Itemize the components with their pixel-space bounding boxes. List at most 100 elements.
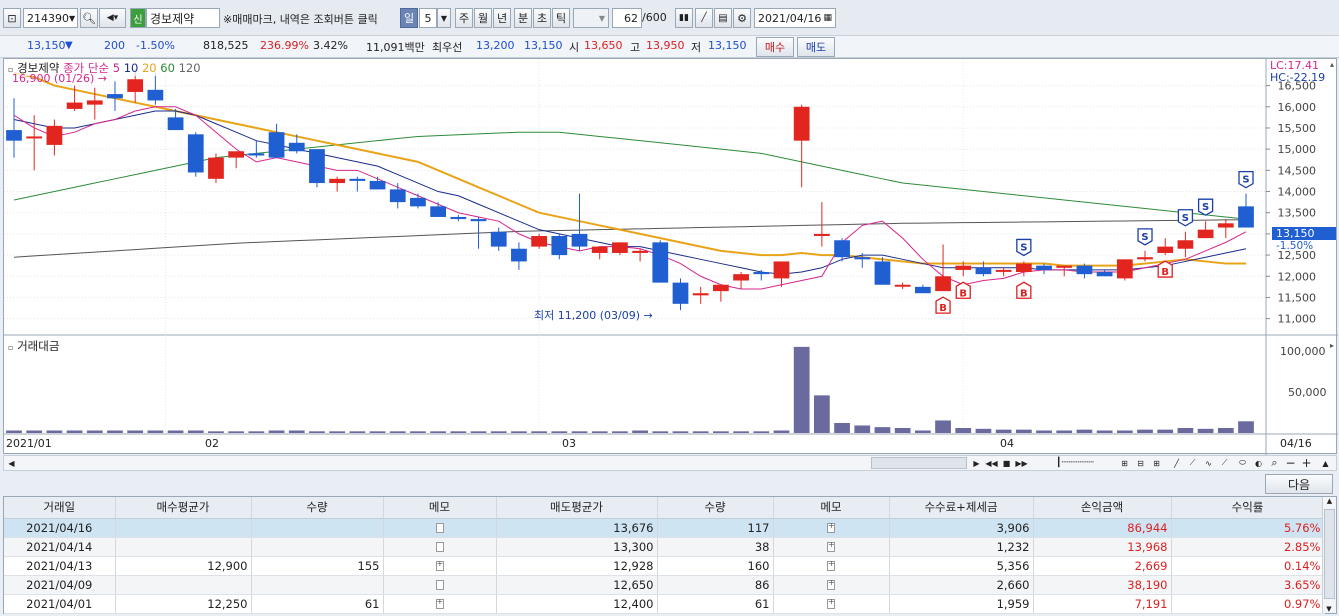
memo-icon[interactable] bbox=[435, 580, 444, 590]
save-icon[interactable]: ▤ bbox=[714, 8, 732, 28]
window-menu-icon[interactable]: ⊡ bbox=[3, 8, 21, 28]
draw-line-icon[interactable]: ╱ bbox=[1170, 457, 1183, 469]
stop-icon[interactable]: ■ bbox=[1000, 457, 1013, 469]
cell-sell-memo[interactable] bbox=[773, 518, 890, 538]
chart-scrollbar[interactable]: ◀ ▶ ◀◀ ■ ▶▶ ┃┄┄┄┄┄┄ ⊞ ⊟ ⊞ ╱ ⟋ ∿ ⟋ ⬭ ◐ ⌕ … bbox=[3, 455, 1337, 471]
period-second-button[interactable]: 초 bbox=[533, 8, 551, 28]
period-day-button[interactable]: 일 bbox=[400, 8, 418, 28]
shape-icon[interactable]: ⬭ bbox=[1236, 457, 1249, 469]
search-icon[interactable]: 🔍︎ bbox=[80, 8, 98, 28]
scroll-thumb[interactable] bbox=[871, 457, 967, 469]
chevron-down-icon[interactable]: ▼ bbox=[437, 8, 451, 28]
scroll-up-icon[interactable]: ▲ bbox=[1323, 497, 1336, 505]
candle-type-icon[interactable]: ▮▮ bbox=[675, 8, 693, 28]
table-scrollbar[interactable]: ▲ ▼ bbox=[1322, 497, 1336, 613]
memo-icon[interactable] bbox=[435, 523, 444, 533]
draw-line-icon[interactable]: ∿ bbox=[1202, 457, 1215, 469]
table-row[interactable]: 2021/04/01 12,250 61 12,400 61 1,959 7,1… bbox=[4, 594, 1325, 614]
scroll-thumb[interactable] bbox=[1324, 509, 1335, 599]
col-header-pnl[interactable]: 손익금액 bbox=[1033, 497, 1172, 519]
col-header-sell-avg[interactable]: 매도평균가 bbox=[496, 497, 658, 519]
price-chart[interactable]: BBBBSSSSS 16,500 16,000 15,500 15,000 14,500… bbox=[3, 58, 1338, 455]
period-tick-button[interactable]: 틱 bbox=[552, 8, 570, 28]
candle-body bbox=[692, 293, 709, 296]
sub-period-select[interactable]: ▼ bbox=[573, 8, 609, 28]
cell-sell-memo[interactable] bbox=[773, 594, 890, 614]
forward-icon[interactable]: ▶▶ bbox=[1015, 457, 1028, 469]
collapse-icon[interactable]: ▴ bbox=[1330, 60, 1334, 69]
plus-icon[interactable]: + bbox=[1300, 456, 1313, 470]
volume-bar bbox=[975, 428, 992, 433]
table-row[interactable]: 2021/04/16 13,676 117 3,906 86,944 5.76% bbox=[4, 518, 1325, 538]
rewind-icon[interactable]: ◀◀ bbox=[985, 457, 998, 469]
cell-date: 2021/04/14 bbox=[4, 537, 116, 557]
cell-sell-memo[interactable] bbox=[773, 575, 890, 595]
shape-icon[interactable]: ◐ bbox=[1252, 457, 1265, 469]
layout-icon[interactable]: ⊞ bbox=[1118, 457, 1131, 469]
col-header-buy-memo[interactable]: 메모 bbox=[383, 497, 497, 519]
cell-buy-memo[interactable] bbox=[383, 556, 497, 576]
count-input[interactable]: 62 bbox=[612, 8, 642, 28]
cell-sell-memo[interactable] bbox=[773, 537, 890, 557]
stock-code-input[interactable]: 214390 ▼ bbox=[23, 8, 78, 28]
ma5-period: 5 bbox=[112, 61, 121, 75]
memo-icon[interactable] bbox=[827, 559, 835, 571]
col-header-date[interactable]: 거래일 bbox=[4, 497, 116, 519]
period-minute-button[interactable]: 분 bbox=[514, 8, 532, 28]
col-header-sell-memo[interactable]: 메모 bbox=[773, 497, 890, 519]
minus-icon[interactable]: − bbox=[1284, 456, 1297, 470]
period-week-button[interactable]: 주 bbox=[455, 8, 473, 28]
cell-buy-memo[interactable] bbox=[383, 537, 497, 557]
zoom-slider[interactable]: ┃┄┄┄┄┄┄ bbox=[1040, 457, 1110, 469]
gear-icon[interactable]: ⚙ bbox=[733, 8, 751, 28]
cell-rate: 2.85% bbox=[1171, 537, 1325, 557]
sell-button[interactable]: 매도 bbox=[797, 37, 835, 57]
memo-icon[interactable] bbox=[827, 540, 835, 552]
layout-icon[interactable]: ⊞ bbox=[1150, 457, 1163, 469]
scroll-right-icon[interactable]: ▶ bbox=[970, 457, 983, 469]
table-row[interactable]: 2021/04/09 12,650 86 2,660 38,190 3.65% bbox=[4, 575, 1325, 595]
col-header-rate[interactable]: 수익률 bbox=[1171, 497, 1325, 519]
col-header-fee[interactable]: 수수료+제세금 bbox=[889, 497, 1034, 519]
next-button[interactable]: 다음 bbox=[1265, 474, 1333, 494]
scroll-up-icon[interactable]: ▲ bbox=[1319, 457, 1332, 469]
memo-icon[interactable] bbox=[827, 521, 835, 533]
cell-buy-memo[interactable] bbox=[383, 575, 497, 595]
table-row[interactable]: 2021/04/14 13,300 38 1,232 13,968 2.85% bbox=[4, 537, 1325, 557]
date-input[interactable]: 2021/04/16 ▦ bbox=[754, 8, 836, 28]
scroll-left-icon[interactable]: ◀ bbox=[5, 457, 18, 469]
collapse-icon[interactable]: ▸ bbox=[1330, 341, 1334, 350]
memo-icon[interactable] bbox=[827, 597, 835, 609]
draw-line-icon[interactable]: ⟋ bbox=[1218, 457, 1231, 469]
col-header-buy-qty[interactable]: 수량 bbox=[251, 497, 384, 519]
memo-icon[interactable] bbox=[435, 542, 444, 552]
period-year-button[interactable]: 년 bbox=[493, 8, 511, 28]
volume-axis-100000: 100,000 bbox=[1280, 345, 1326, 358]
memo-icon[interactable] bbox=[435, 597, 444, 609]
speaker-icon[interactable]: ◀▾ bbox=[99, 8, 126, 28]
draw-line-icon[interactable]: ⟋ bbox=[1186, 457, 1199, 469]
period-multiplier[interactable]: 5 bbox=[419, 8, 437, 28]
memo-icon[interactable] bbox=[435, 559, 444, 571]
candle-body bbox=[1197, 229, 1214, 239]
trade-table: 거래일 매수평균가 수량 메모 매도평균가 수량 메모 수수료+제세금 손익금액… bbox=[3, 496, 1337, 614]
buy-button[interactable]: 매수 bbox=[756, 37, 794, 57]
cell-sell-memo[interactable] bbox=[773, 556, 890, 576]
memo-icon[interactable] bbox=[827, 578, 835, 590]
scroll-down-icon[interactable]: ▼ bbox=[1323, 605, 1335, 613]
candle-body bbox=[894, 284, 911, 287]
draw-tool-icon[interactable]: ╱ bbox=[695, 8, 713, 28]
stock-name-field[interactable]: 경보제약 bbox=[146, 8, 220, 28]
cell-date: 2021/04/13 bbox=[4, 556, 116, 576]
candle-body bbox=[86, 100, 103, 105]
table-row[interactable]: 2021/04/13 12,900 155 12,928 160 5,356 2… bbox=[4, 556, 1325, 576]
volume-bar bbox=[733, 431, 749, 433]
cell-buy-memo[interactable] bbox=[383, 518, 497, 538]
col-header-sell-qty[interactable]: 수량 bbox=[657, 497, 774, 519]
cell-buy-memo[interactable] bbox=[383, 594, 497, 614]
period-month-button[interactable]: 월 bbox=[474, 8, 492, 28]
layout-icon[interactable]: ⊟ bbox=[1134, 457, 1147, 469]
zoom-icon[interactable]: ⌕ bbox=[1268, 456, 1281, 469]
col-header-buy-avg[interactable]: 매수평균가 bbox=[115, 497, 252, 519]
cell-pnl: 13,968 bbox=[1033, 537, 1172, 557]
